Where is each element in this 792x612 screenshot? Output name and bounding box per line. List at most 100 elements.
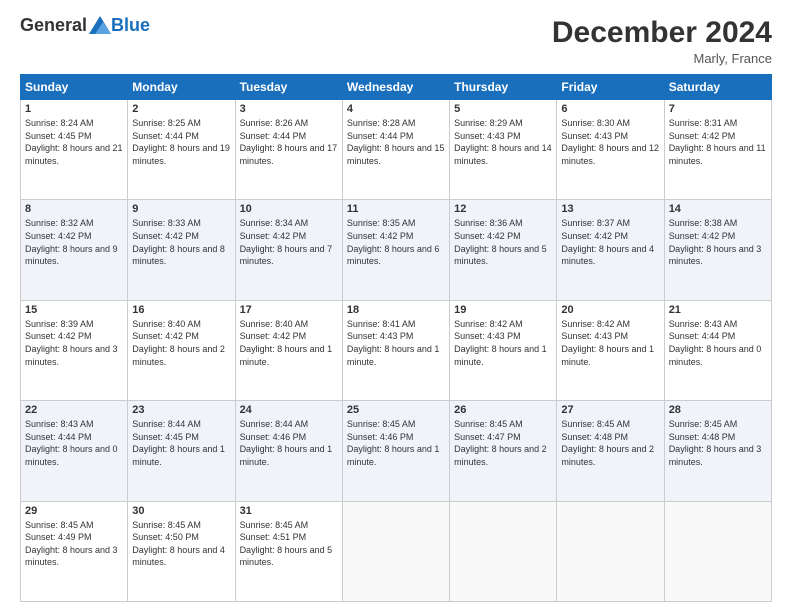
calendar-cell: 7 Sunrise: 8:31 AMSunset: 4:42 PMDaylight… xyxy=(664,100,771,200)
day-info: Sunrise: 8:37 AMSunset: 4:42 PMDaylight:… xyxy=(561,217,659,267)
day-info: Sunrise: 8:45 AMSunset: 4:48 PMDaylight:… xyxy=(561,418,659,468)
calendar-header-sunday: Sunday xyxy=(21,75,128,100)
day-info: Sunrise: 8:42 AMSunset: 4:43 PMDaylight:… xyxy=(454,318,552,368)
calendar-cell xyxy=(557,501,664,601)
day-number: 23 xyxy=(132,404,230,416)
calendar-week-row: 8Sunrise: 8:32 AMSunset: 4:42 PMDaylight… xyxy=(21,200,772,300)
day-number: 29 xyxy=(25,505,123,517)
day-info: Sunrise: 8:40 AMSunset: 4:42 PMDaylight:… xyxy=(240,318,338,368)
day-info: Sunrise: 8:30 AMSunset: 4:43 PMDaylight:… xyxy=(561,117,659,167)
calendar-cell xyxy=(342,501,449,601)
calendar-cell: 13 Sunrise: 8:37 AMSunset: 4:42 PMDayligh… xyxy=(557,200,664,300)
day-info: Sunrise: 8:45 AMSunset: 4:46 PMDaylight:… xyxy=(347,418,445,468)
day-number: 8 xyxy=(25,203,123,215)
day-number: 2 xyxy=(132,103,230,115)
day-info: Sunrise: 8:41 AMSunset: 4:43 PMDaylight:… xyxy=(347,318,445,368)
day-number: 13 xyxy=(561,203,659,215)
day-info: Sunrise: 8:45 AMSunset: 4:48 PMDaylight:… xyxy=(669,418,767,468)
location: Marly, France xyxy=(552,51,772,66)
day-info: Sunrise: 8:44 AMSunset: 4:46 PMDaylight:… xyxy=(240,418,338,468)
day-number: 28 xyxy=(669,404,767,416)
calendar-header-thursday: Thursday xyxy=(450,75,557,100)
day-number: 6 xyxy=(561,103,659,115)
day-info: Sunrise: 8:25 AMSunset: 4:44 PMDaylight:… xyxy=(132,117,230,167)
day-number: 26 xyxy=(454,404,552,416)
calendar-cell: 4Sunrise: 8:28 AMSunset: 4:44 PMDaylight… xyxy=(342,100,449,200)
calendar-header-friday: Friday xyxy=(557,75,664,100)
day-info: Sunrise: 8:34 AMSunset: 4:42 PMDaylight:… xyxy=(240,217,338,267)
calendar-cell: 3Sunrise: 8:26 AMSunset: 4:44 PMDaylight… xyxy=(235,100,342,200)
calendar-cell: 18 Sunrise: 8:41 AMSunset: 4:43 PMDayligh… xyxy=(342,300,449,400)
logo: General Blue xyxy=(20,16,150,34)
day-number: 20 xyxy=(561,304,659,316)
calendar-table: SundayMondayTuesdayWednesdayThursdayFrid… xyxy=(20,74,772,602)
calendar-cell: 30 Sunrise: 8:45 AMSunset: 4:50 PMDayligh… xyxy=(128,501,235,601)
day-number: 14 xyxy=(669,203,767,215)
day-number: 30 xyxy=(132,505,230,517)
logo-icon xyxy=(89,16,111,34)
day-info: Sunrise: 8:33 AMSunset: 4:42 PMDaylight:… xyxy=(132,217,230,267)
day-number: 16 xyxy=(132,304,230,316)
calendar-cell: 6 Sunrise: 8:30 AMSunset: 4:43 PMDaylight… xyxy=(557,100,664,200)
day-info: Sunrise: 8:38 AMSunset: 4:42 PMDaylight:… xyxy=(669,217,767,267)
day-number: 25 xyxy=(347,404,445,416)
title-block: December 2024 Marly, France xyxy=(552,16,772,66)
calendar-cell: 21Sunrise: 8:43 AMSunset: 4:44 PMDayligh… xyxy=(664,300,771,400)
day-info: Sunrise: 8:35 AMSunset: 4:42 PMDaylight:… xyxy=(347,217,445,267)
day-number: 24 xyxy=(240,404,338,416)
calendar-cell: 24 Sunrise: 8:44 AMSunset: 4:46 PMDayligh… xyxy=(235,401,342,501)
page: General Blue December 2024 Marly, France… xyxy=(0,0,792,612)
calendar-cell: 8Sunrise: 8:32 AMSunset: 4:42 PMDaylight… xyxy=(21,200,128,300)
calendar-cell: 29 Sunrise: 8:45 AMSunset: 4:49 PMDayligh… xyxy=(21,501,128,601)
day-info: Sunrise: 8:36 AMSunset: 4:42 PMDaylight:… xyxy=(454,217,552,267)
calendar-cell: 17 Sunrise: 8:40 AMSunset: 4:42 PMDayligh… xyxy=(235,300,342,400)
day-info: Sunrise: 8:45 AMSunset: 4:47 PMDaylight:… xyxy=(454,418,552,468)
day-info: Sunrise: 8:31 AMSunset: 4:42 PMDaylight:… xyxy=(669,117,767,167)
calendar-cell: 28 Sunrise: 8:45 AMSunset: 4:48 PMDayligh… xyxy=(664,401,771,501)
calendar-cell: 16 Sunrise: 8:40 AMSunset: 4:42 PMDayligh… xyxy=(128,300,235,400)
calendar-cell: 2 Sunrise: 8:25 AMSunset: 4:44 PMDaylight… xyxy=(128,100,235,200)
logo-blue-text: Blue xyxy=(111,16,150,34)
day-number: 15 xyxy=(25,304,123,316)
day-number: 17 xyxy=(240,304,338,316)
day-number: 1 xyxy=(25,103,123,115)
logo-general-text: General xyxy=(20,16,87,34)
day-info: Sunrise: 8:43 AMSunset: 4:44 PMDaylight:… xyxy=(669,318,767,368)
calendar-week-row: 22Sunrise: 8:43 AMSunset: 4:44 PMDayligh… xyxy=(21,401,772,501)
calendar-cell: 23Sunrise: 8:44 AMSunset: 4:45 PMDayligh… xyxy=(128,401,235,501)
calendar-header-row: SundayMondayTuesdayWednesdayThursdayFrid… xyxy=(21,75,772,100)
day-info: Sunrise: 8:45 AMSunset: 4:49 PMDaylight:… xyxy=(25,519,123,569)
calendar-week-row: 29 Sunrise: 8:45 AMSunset: 4:49 PMDayligh… xyxy=(21,501,772,601)
calendar-cell: 19 Sunrise: 8:42 AMSunset: 4:43 PMDayligh… xyxy=(450,300,557,400)
day-info: Sunrise: 8:45 AMSunset: 4:50 PMDaylight:… xyxy=(132,519,230,569)
day-number: 12 xyxy=(454,203,552,215)
day-number: 11 xyxy=(347,203,445,215)
calendar-week-row: 1 Sunrise: 8:24 AMSunset: 4:45 PMDaylight… xyxy=(21,100,772,200)
month-title: December 2024 xyxy=(552,16,772,49)
calendar-cell: 1 Sunrise: 8:24 AMSunset: 4:45 PMDaylight… xyxy=(21,100,128,200)
calendar-cell: 5Sunrise: 8:29 AMSunset: 4:43 PMDaylight… xyxy=(450,100,557,200)
day-info: Sunrise: 8:45 AMSunset: 4:51 PMDaylight:… xyxy=(240,519,338,569)
calendar-cell: 25 Sunrise: 8:45 AMSunset: 4:46 PMDayligh… xyxy=(342,401,449,501)
day-number: 27 xyxy=(561,404,659,416)
calendar-cell: 10Sunrise: 8:34 AMSunset: 4:42 PMDayligh… xyxy=(235,200,342,300)
day-number: 9 xyxy=(132,203,230,215)
calendar-cell: 20Sunrise: 8:42 AMSunset: 4:43 PMDayligh… xyxy=(557,300,664,400)
calendar-header-tuesday: Tuesday xyxy=(235,75,342,100)
day-info: Sunrise: 8:24 AMSunset: 4:45 PMDaylight:… xyxy=(25,117,123,167)
day-info: Sunrise: 8:40 AMSunset: 4:42 PMDaylight:… xyxy=(132,318,230,368)
day-number: 7 xyxy=(669,103,767,115)
calendar-cell: 26 Sunrise: 8:45 AMSunset: 4:47 PMDayligh… xyxy=(450,401,557,501)
calendar-cell xyxy=(664,501,771,601)
calendar-cell: 27 Sunrise: 8:45 AMSunset: 4:48 PMDayligh… xyxy=(557,401,664,501)
day-number: 19 xyxy=(454,304,552,316)
day-number: 18 xyxy=(347,304,445,316)
day-info: Sunrise: 8:29 AMSunset: 4:43 PMDaylight:… xyxy=(454,117,552,167)
calendar-week-row: 15 Sunrise: 8:39 AMSunset: 4:42 PMDayligh… xyxy=(21,300,772,400)
day-info: Sunrise: 8:39 AMSunset: 4:42 PMDaylight:… xyxy=(25,318,123,368)
calendar-cell: 9 Sunrise: 8:33 AMSunset: 4:42 PMDaylight… xyxy=(128,200,235,300)
day-number: 3 xyxy=(240,103,338,115)
calendar-cell: 31Sunrise: 8:45 AMSunset: 4:51 PMDayligh… xyxy=(235,501,342,601)
calendar-cell: 12 Sunrise: 8:36 AMSunset: 4:42 PMDayligh… xyxy=(450,200,557,300)
header: General Blue December 2024 Marly, France xyxy=(20,16,772,66)
